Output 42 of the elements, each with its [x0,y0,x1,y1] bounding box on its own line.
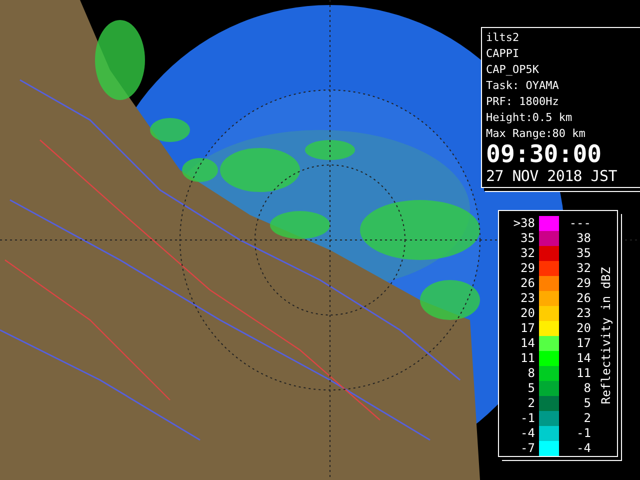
info-text: Max Range:80 km [486,126,586,142]
legend-label: 8 [526,366,535,381]
legend-label: 26 [576,291,591,306]
info-text: CAP_OP5K [486,62,540,78]
legend-label: 11 [520,351,535,366]
legend-label: 23 [520,291,535,306]
legend-label: -7 [520,441,535,456]
legend-label: 32 [576,261,591,276]
legend-label: 29 [520,261,535,276]
legend-label: -4 [576,441,591,456]
legend-label: 26 [520,276,535,291]
legend-label: 5 [582,396,591,411]
legend-label: 8 [582,381,591,396]
info-text: Height:0.5 km [486,110,574,126]
legend-label: -4 [520,426,535,441]
legend-label: 14 [576,351,591,366]
legend-label: 2 [526,396,535,411]
legend-label: 11 [576,366,591,381]
legend-label: 2 [582,411,591,426]
legend-label: >38 [512,216,535,231]
legend-label: 17 [520,321,535,336]
legend-label: --- [568,216,591,231]
legend-label: -1 [576,426,591,441]
legend-label: 14 [520,336,535,351]
legend-label: 20 [576,321,591,336]
info-text: PRF: 1800Hz [486,94,560,110]
legend-title: Reflectivity in dBZ [599,267,613,405]
legend-label: 32 [520,246,535,261]
info-text: ilts2 [486,30,520,46]
time-text: 09:30:00 [486,142,603,166]
legend-label: -1 [520,411,535,426]
legend-label: 35 [520,231,535,246]
info-text: CAPPI [486,46,520,62]
legend-label: 35 [576,246,591,261]
legend-label: 23 [576,306,591,321]
legend-label: 5 [526,381,535,396]
legend-label: 17 [576,336,591,351]
date-text: 27 NOV 2018 JST [486,166,618,186]
info-text: Task: OYAMA [486,78,560,94]
legend-label: 20 [520,306,535,321]
legend-label: 38 [576,231,591,246]
legend-label: 29 [576,276,591,291]
